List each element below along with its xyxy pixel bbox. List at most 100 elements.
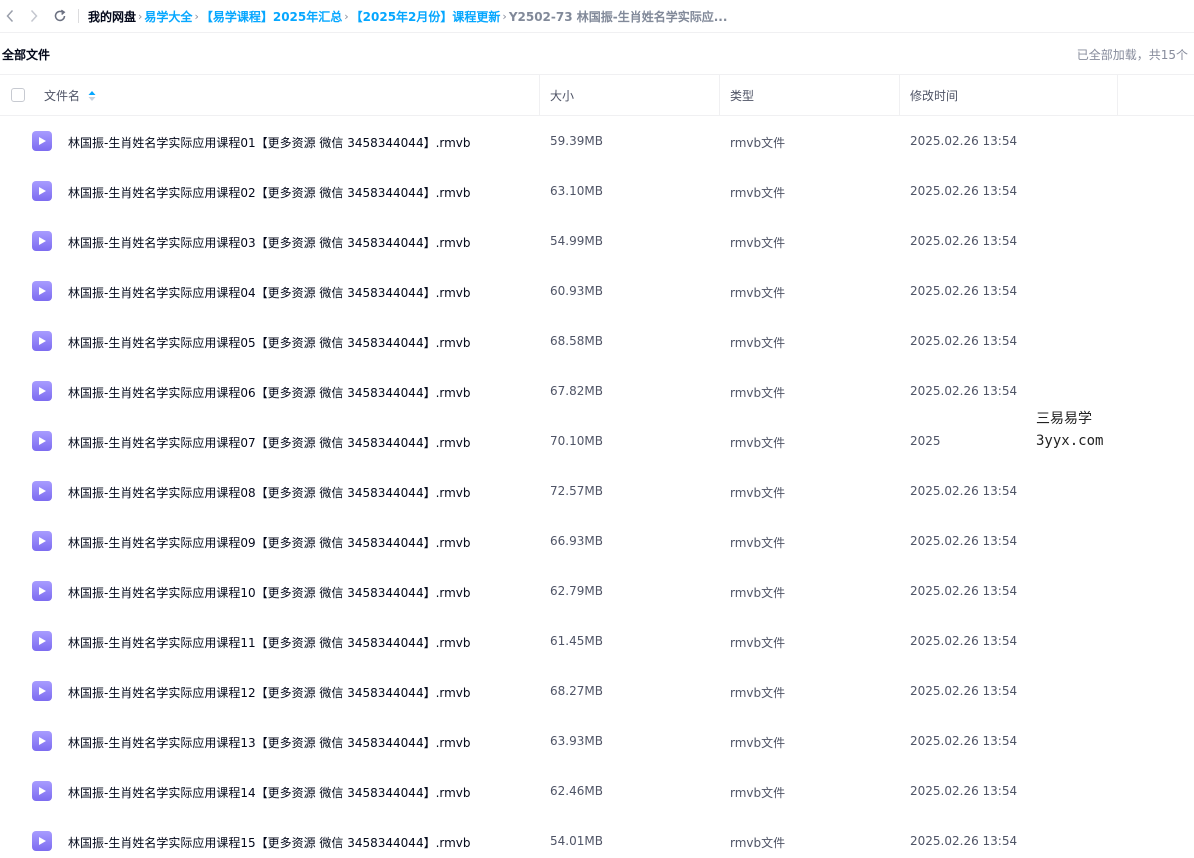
table-row[interactable]: 林国振-生肖姓名学实际应用课程01【更多资源 微信 3458344044】.rm… <box>0 116 1194 166</box>
breadcrumb-item[interactable]: 易学大全 <box>144 8 192 25</box>
table-row[interactable]: 林国振-生肖姓名学实际应用课程14【更多资源 微信 3458344044】.rm… <box>0 766 1194 816</box>
file-type: rmvb文件 <box>730 436 786 450</box>
file-mtime: 2025.02.26 13:54 <box>910 334 1018 348</box>
file-type: rmvb文件 <box>730 486 786 500</box>
file-size: 59.39MB <box>550 134 603 148</box>
chevron-right-icon[interactable] <box>24 6 44 26</box>
video-file-icon <box>32 331 52 351</box>
file-name[interactable]: 林国振-生肖姓名学实际应用课程02【更多资源 微信 3458344044】.rm… <box>68 184 471 201</box>
video-file-icon <box>32 131 52 151</box>
file-list: 林国振-生肖姓名学实际应用课程01【更多资源 微信 3458344044】.rm… <box>0 116 1194 858</box>
breadcrumb-separator-icon: › <box>194 10 199 23</box>
file-mtime: 2025.02.26 13:54 <box>910 784 1018 798</box>
video-file-icon <box>32 831 52 851</box>
file-name[interactable]: 林国振-生肖姓名学实际应用课程03【更多资源 微信 3458344044】.rm… <box>68 234 471 251</box>
video-file-icon <box>32 731 52 751</box>
table-row[interactable]: 林国振-生肖姓名学实际应用课程10【更多资源 微信 3458344044】.rm… <box>0 566 1194 616</box>
file-size: 70.10MB <box>550 434 603 448</box>
table-row[interactable]: 林国振-生肖姓名学实际应用课程15【更多资源 微信 3458344044】.rm… <box>0 816 1194 858</box>
table-row[interactable]: 林国振-生肖姓名学实际应用课程09【更多资源 微信 3458344044】.rm… <box>0 516 1194 566</box>
file-mtime: 2025 <box>910 434 941 448</box>
table-row[interactable]: 林国振-生肖姓名学实际应用课程02【更多资源 微信 3458344044】.rm… <box>0 166 1194 216</box>
table-row[interactable]: 林国振-生肖姓名学实际应用课程12【更多资源 微信 3458344044】.rm… <box>0 666 1194 716</box>
table-header: 文件名 大小 类型 修改时间 <box>0 75 1194 116</box>
file-name[interactable]: 林国振-生肖姓名学实际应用课程11【更多资源 微信 3458344044】.rm… <box>68 634 471 651</box>
column-header-mtime[interactable]: 修改时间 <box>910 75 958 116</box>
file-mtime: 2025.02.26 13:54 <box>910 684 1018 698</box>
watermark: 三易易学 3yyx.com <box>1034 408 1108 456</box>
file-name[interactable]: 林国振-生肖姓名学实际应用课程06【更多资源 微信 3458344044】.rm… <box>68 384 471 401</box>
refresh-icon[interactable] <box>50 6 70 26</box>
file-type: rmvb文件 <box>730 786 786 800</box>
video-file-icon <box>32 231 52 251</box>
file-name[interactable]: 林国振-生肖姓名学实际应用课程05【更多资源 微信 3458344044】.rm… <box>68 334 471 351</box>
column-header-name[interactable]: 文件名 <box>44 75 96 116</box>
file-list-header: 全部文件 已全部加载，共15个 <box>0 33 1194 75</box>
video-file-icon <box>32 431 52 451</box>
video-file-icon <box>32 681 52 701</box>
file-mtime: 2025.02.26 13:54 <box>910 834 1018 848</box>
column-header-type[interactable]: 类型 <box>730 75 754 116</box>
column-type-label: 类型 <box>730 89 755 103</box>
chevron-left-icon[interactable] <box>0 6 20 26</box>
table-row[interactable]: 林国振-生肖姓名学实际应用课程11【更多资源 微信 3458344044】.rm… <box>0 616 1194 666</box>
file-mtime: 2025.02.26 13:54 <box>910 234 1018 248</box>
video-file-icon <box>32 381 52 401</box>
file-name[interactable]: 林国振-生肖姓名学实际应用课程01【更多资源 微信 3458344044】.rm… <box>68 134 471 151</box>
watermark-background <box>940 430 1034 456</box>
breadcrumb: 我的网盘 › 易学大全 › 【易学课程】2025年汇总 › 【2025年2月份】… <box>88 8 727 25</box>
table-row[interactable]: 林国振-生肖姓名学实际应用课程13【更多资源 微信 3458344044】.rm… <box>0 716 1194 766</box>
file-name[interactable]: 林国振-生肖姓名学实际应用课程08【更多资源 微信 3458344044】.rm… <box>68 484 471 501</box>
breadcrumb-item[interactable]: 【2025年2月份】课程更新 <box>351 8 501 25</box>
file-size: 68.27MB <box>550 684 603 698</box>
file-mtime: 2025.02.26 13:54 <box>910 534 1018 548</box>
breadcrumb-item[interactable]: 【易学课程】2025年汇总 <box>201 8 342 25</box>
file-size: 54.99MB <box>550 234 603 248</box>
file-mtime: 2025.02.26 13:54 <box>910 184 1018 198</box>
video-file-icon <box>32 281 52 301</box>
file-name[interactable]: 林国振-生肖姓名学实际应用课程13【更多资源 微信 3458344044】.rm… <box>68 734 471 751</box>
file-name[interactable]: 林国振-生肖姓名学实际应用课程15【更多资源 微信 3458344044】.rm… <box>68 834 471 851</box>
file-type: rmvb文件 <box>730 686 786 700</box>
file-mtime: 2025.02.26 13:54 <box>910 734 1018 748</box>
column-header-size[interactable]: 大小 <box>550 75 574 116</box>
select-all-checkbox[interactable] <box>11 88 25 102</box>
file-type: rmvb文件 <box>730 636 786 650</box>
file-mtime: 2025.02.26 13:54 <box>910 484 1018 498</box>
table-row[interactable]: 林国振-生肖姓名学实际应用课程06【更多资源 微信 3458344044】.rm… <box>0 366 1194 416</box>
table-row[interactable]: 林国振-生肖姓名学实际应用课程05【更多资源 微信 3458344044】.rm… <box>0 316 1194 366</box>
file-mtime: 2025.02.26 13:54 <box>910 634 1018 648</box>
file-size: 63.10MB <box>550 184 603 198</box>
table-row[interactable]: 林国振-生肖姓名学实际应用课程04【更多资源 微信 3458344044】.rm… <box>0 266 1194 316</box>
file-name[interactable]: 林国振-生肖姓名学实际应用课程14【更多资源 微信 3458344044】.rm… <box>68 784 471 801</box>
file-name[interactable]: 林国振-生肖姓名学实际应用课程12【更多资源 微信 3458344044】.rm… <box>68 684 471 701</box>
file-size: 72.57MB <box>550 484 603 498</box>
sort-ascending-icon[interactable] <box>88 90 96 102</box>
file-size: 61.45MB <box>550 634 603 648</box>
file-type: rmvb文件 <box>730 286 786 300</box>
file-name[interactable]: 林国振-生肖姓名学实际应用课程04【更多资源 微信 3458344044】.rm… <box>68 284 471 301</box>
table-row[interactable]: 林国振-生肖姓名学实际应用课程03【更多资源 微信 3458344044】.rm… <box>0 216 1194 266</box>
file-type: rmvb文件 <box>730 536 786 550</box>
file-type: rmvb文件 <box>730 336 786 350</box>
file-mtime: 2025.02.26 13:54 <box>910 134 1018 148</box>
file-name[interactable]: 林国振-生肖姓名学实际应用课程10【更多资源 微信 3458344044】.rm… <box>68 584 471 601</box>
file-type: rmvb文件 <box>730 836 786 850</box>
page-title: 全部文件 <box>2 48 51 62</box>
file-mtime: 2025.02.26 13:54 <box>910 284 1018 298</box>
breadcrumb-separator-icon: › <box>344 10 349 23</box>
table-row[interactable]: 林国振-生肖姓名学实际应用课程08【更多资源 微信 3458344044】.rm… <box>0 466 1194 516</box>
video-file-icon <box>32 181 52 201</box>
file-type: rmvb文件 <box>730 136 786 150</box>
column-divider <box>539 75 540 116</box>
column-divider <box>1117 75 1118 116</box>
video-file-icon <box>32 531 52 551</box>
file-type: rmvb文件 <box>730 236 786 250</box>
file-size: 62.46MB <box>550 784 603 798</box>
file-name[interactable]: 林国振-生肖姓名学实际应用课程07【更多资源 微信 3458344044】.rm… <box>68 434 471 451</box>
file-name[interactable]: 林国振-生肖姓名学实际应用课程09【更多资源 微信 3458344044】.rm… <box>68 534 471 551</box>
breadcrumb-current: Y2502-73 林国振-生肖姓名学实际应... <box>508 10 728 24</box>
file-size: 63.93MB <box>550 734 603 748</box>
loaded-count: 已全部加载，共15个 <box>1076 48 1188 62</box>
breadcrumb-root[interactable]: 我的网盘 <box>88 8 136 25</box>
